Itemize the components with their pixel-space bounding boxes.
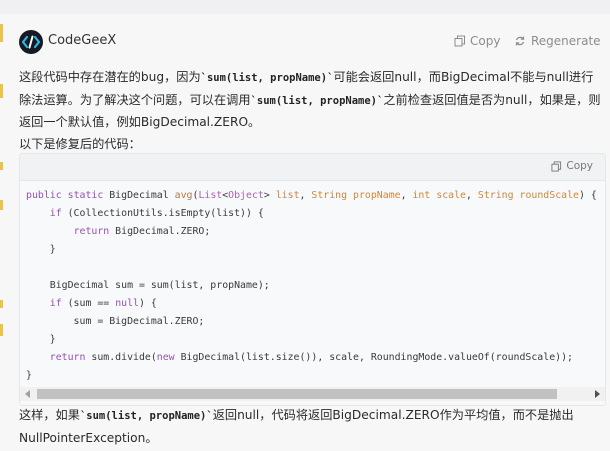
regenerate-button[interactable]: Regenerate <box>514 34 601 48</box>
answer-paragraph-2: 以下是修复后的代码： <box>19 136 141 151</box>
explanation-text: 这样，如果`sum(list, propName)`返回null，代码将返回Bi… <box>19 404 599 449</box>
answer-paragraph-1: 这段代码中存在潜在的bug，因为`sum(list, propName)`可能会… <box>19 70 601 129</box>
scroll-right-arrow-icon[interactable] <box>595 390 600 398</box>
code-line: if (sum == null) { <box>49 298 157 309</box>
code-line: if (CollectionUtils.isEmpty(list)) { <box>49 208 264 219</box>
copy-button[interactable]: Copy <box>454 34 500 48</box>
copy-label: Copy <box>470 34 501 48</box>
code-line: } <box>26 334 56 345</box>
left-edge-marks <box>0 14 3 451</box>
horizontal-scrollbar[interactable] <box>20 387 605 401</box>
codegeex-logo-icon <box>19 30 43 54</box>
code-line: BigDecimal sum = sum(list, propName); <box>26 280 270 291</box>
regenerate-label: Regenerate <box>531 34 601 48</box>
message-header: CodeGeeX Copy Regenerate <box>19 30 601 56</box>
code-line: return BigDecimal.ZERO; <box>73 226 211 237</box>
copy-code-button[interactable]: Copy <box>551 160 593 172</box>
code-block-header: Copy <box>20 154 605 181</box>
code-line: sum = BigDecimal.ZERO; <box>26 316 205 327</box>
copy-icon <box>551 160 562 172</box>
scroll-left-arrow-icon[interactable] <box>25 390 30 398</box>
inline-code: `sum(list, propName)` <box>250 94 384 107</box>
inline-code: `sum(list, propName)` <box>200 72 334 84</box>
code-block: Copy public static BigDecimal avg(List<O… <box>19 153 606 406</box>
app-name: CodeGeeX <box>48 33 117 48</box>
code-line: } <box>26 370 32 381</box>
top-strip <box>0 0 610 14</box>
code-content: public static BigDecimal avg(List<Object… <box>20 181 605 385</box>
code-line: return sum.divide(new BigDecimal(list.si… <box>49 352 573 363</box>
scrollbar-thumb[interactable] <box>37 389 557 399</box>
code-line: } <box>26 244 56 255</box>
code-line: ​ <box>26 259 605 277</box>
explanation-paragraph: 这样，如果`sum(list, propName)`返回null，代码将返回Bi… <box>19 408 574 445</box>
copy-icon <box>454 35 465 47</box>
code-line: public static BigDecimal avg(List<Object… <box>26 190 597 201</box>
refresh-icon <box>515 36 525 46</box>
inline-code: `sum(list, propName)` <box>79 410 213 422</box>
copy-code-label: Copy <box>566 160 593 172</box>
answer-text: 这段代码中存在潜在的bug，因为`sum(list, propName)`可能会… <box>19 67 605 155</box>
